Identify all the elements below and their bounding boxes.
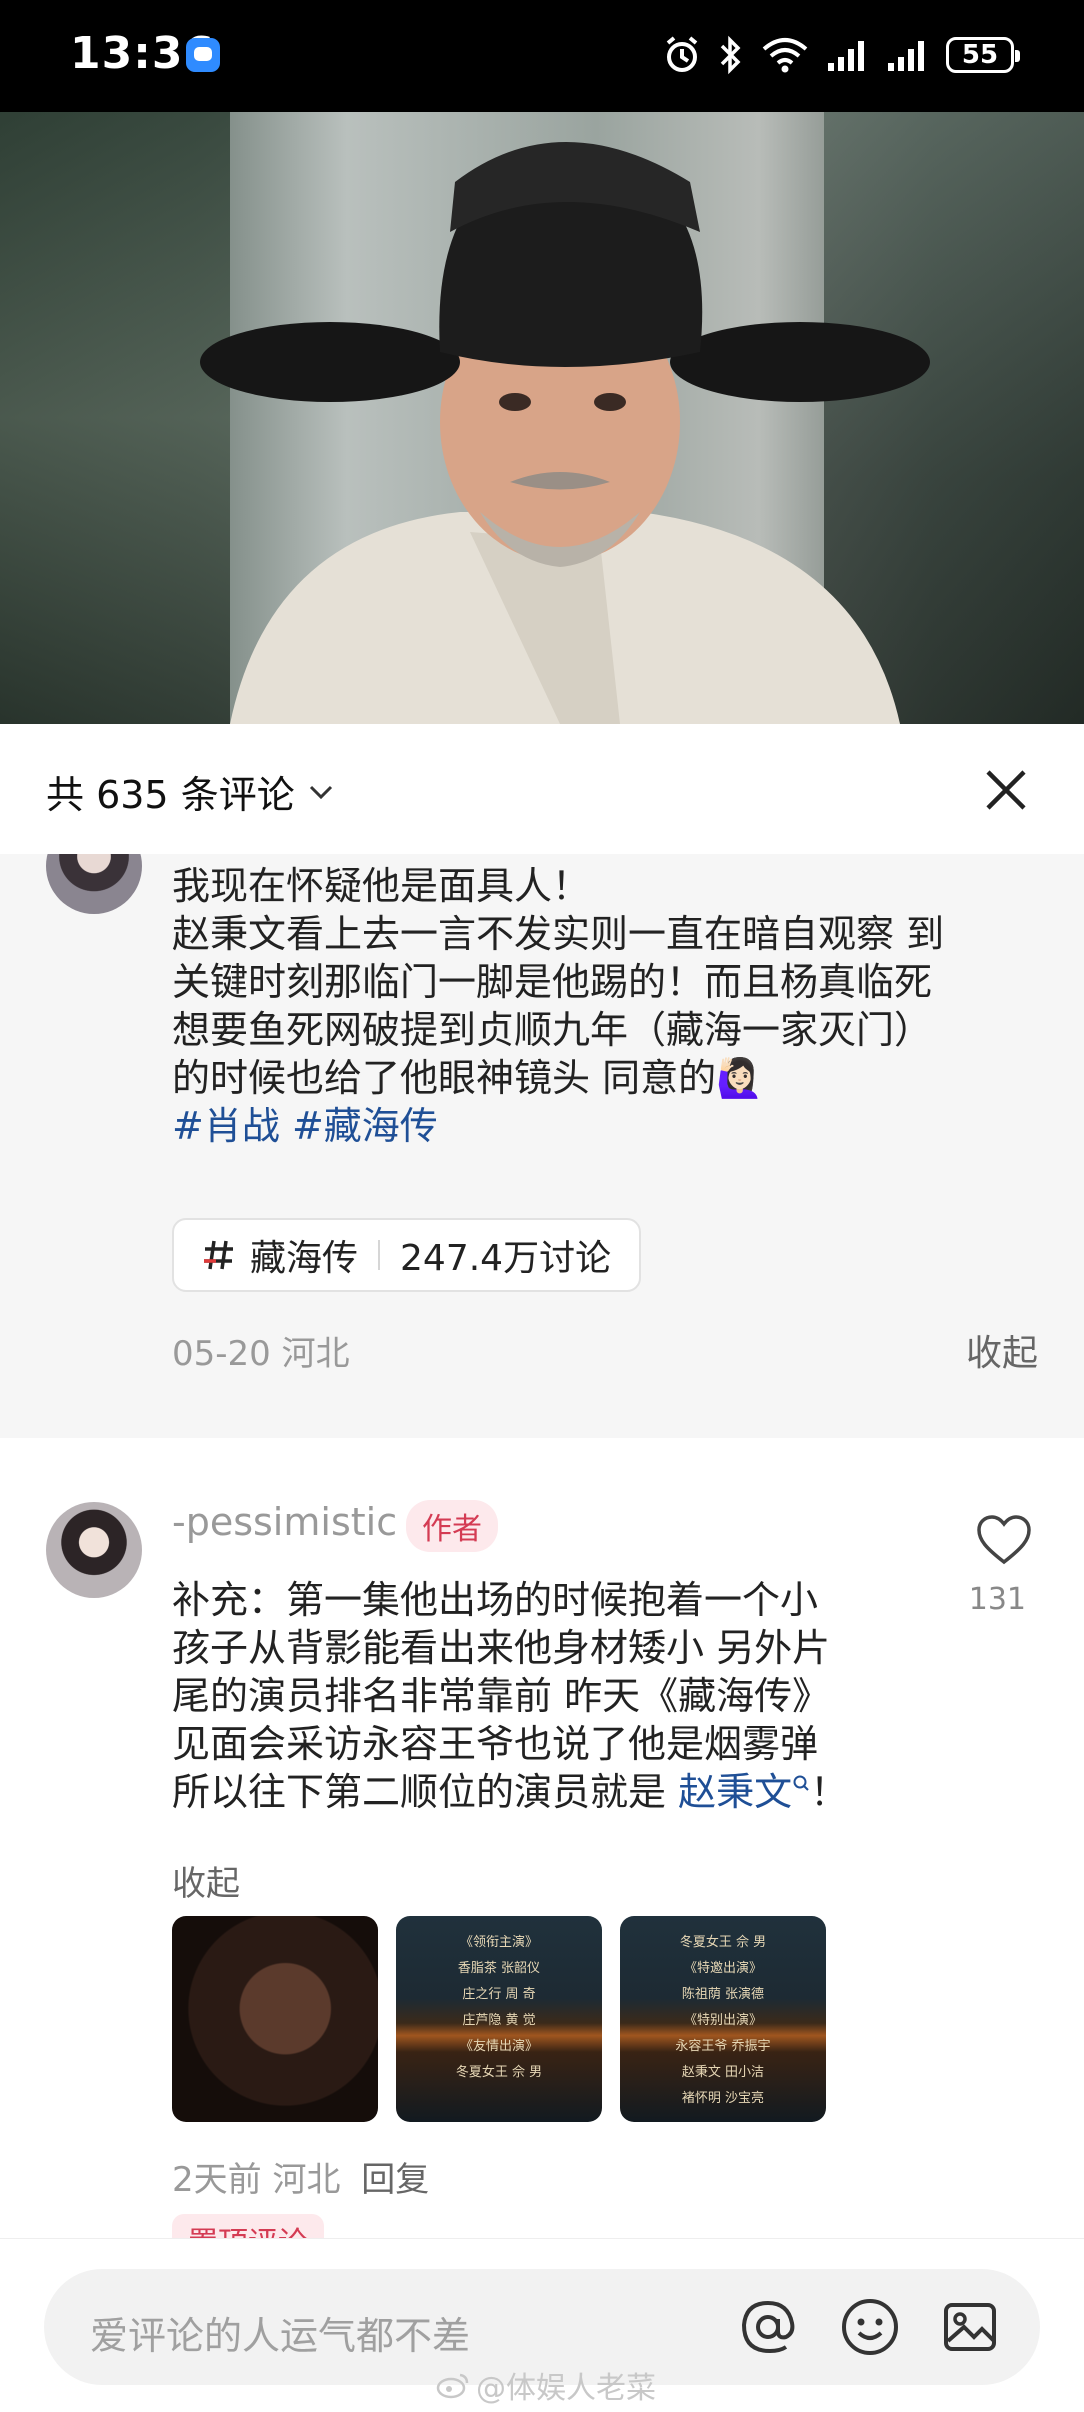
comment-line: 的时候也给了他眼神镜头 同意的🙋🏻‍♀️ <box>172 1056 764 1100</box>
emoji-icon[interactable] <box>838 2295 902 2359</box>
collapse-button[interactable]: 收起 <box>172 1856 240 1905</box>
image-icon[interactable] <box>938 2295 1002 2359</box>
bluetooth-icon <box>720 35 741 75</box>
author-badge: 作者 <box>406 1500 498 1552</box>
comment-meta: 05-20 河北 <box>172 1334 350 1374</box>
mention-link[interactable]: 赵秉文 <box>678 1770 792 1814</box>
comment-line: 我现在怀疑他是面具人！ <box>172 864 591 908</box>
collapse-button[interactable]: 收起 <box>966 1324 1038 1376</box>
image-thumbnail[interactable]: 冬夏女王 佘 男 《特邀出演》 陈祖荫 张演德 《特别出演》 永容王爷 乔振宇 … <box>620 1916 826 2122</box>
comment-line: 补充：第一集他出场的时候抱着一个小 <box>172 1578 819 1622</box>
hashtag-icon <box>204 1240 233 1270</box>
image-thumbnail[interactable]: 《领衔主演》 香脂茶 张韶仪 庄之行 周 奇 庄芦隐 黄 觉 《友情出演》 冬夏… <box>396 1916 602 2122</box>
signal-1-icon <box>828 41 864 71</box>
heart-icon[interactable] <box>976 1514 1032 1566</box>
like-count: 131 <box>968 1582 1026 1617</box>
reply-body: 补充：第一集他出场的时候抱着一个小 孩子从背影能看出来他身材矮小 另外片 尾的演… <box>172 1576 932 1816</box>
credits-text: 《领衔主演》 香脂茶 张韶仪 庄之行 周 奇 庄芦隐 黄 觉 《友情出演》 冬夏… <box>455 1935 543 2080</box>
message-notification-icon <box>186 38 220 72</box>
comment-line: 所以往下第二顺位的演员就是 赵秉文！ <box>172 1770 849 1814</box>
status-icons: 55 <box>662 30 1020 80</box>
highlighted-comment: 我现在怀疑他是面具人！ 赵秉文看上去一言不发实则一直在暗自观察 到 关键时刻那临… <box>0 818 1084 1438</box>
comment-count-dropdown[interactable]: 共 635 条评论 <box>46 764 335 819</box>
video-frame-actor <box>200 142 930 724</box>
reply-meta: 2天前 河北 回复 <box>172 2160 430 2200</box>
comment-sheet: 共 635 条评论 我现在怀疑他是面具人！ 赵秉文看上去一言不发实则一直在暗自观… <box>0 724 1084 2412</box>
topic-name: 藏海传 <box>250 1238 359 1279</box>
comment-line: 关键时刻那临门一脚是他踢的！而且杨真临死 <box>172 960 933 1004</box>
comment-line: 尾的演员排名非常靠前 昨天《藏海传》 <box>172 1674 831 1718</box>
signal-2-icon <box>888 41 924 71</box>
comment-line: 赵秉文看上去一言不发实则一直在暗自观察 到 <box>172 912 945 956</box>
comment-count-label: 共 635 条评论 <box>46 773 295 817</box>
comment-line: 见面会采访永容王爷也说了他是烟雾弹 <box>172 1722 819 1766</box>
hashtag-line: #肖战 #藏海传 <box>172 1102 944 1150</box>
comment-sheet-header: 共 635 条评论 <box>0 724 1084 854</box>
chevron-down-icon <box>309 785 332 799</box>
topic-discussions: 247.4万讨论 <box>400 1238 612 1279</box>
search-icon <box>793 1775 809 1791</box>
wifi-icon <box>762 38 808 73</box>
comment-body: 我现在怀疑他是面具人！ 赵秉文看上去一言不发实则一直在暗自观察 到 关键时刻那临… <box>172 862 944 1150</box>
avatar[interactable] <box>46 1502 142 1598</box>
battery-indicator: 55 <box>946 37 1020 73</box>
close-icon[interactable] <box>978 762 1034 818</box>
hashtag-link[interactable]: #藏海传 <box>292 1104 438 1148</box>
weibo-logo-icon <box>436 2373 469 2399</box>
credits-text: 冬夏女王 佘 男 《特邀出演》 陈祖荫 张演德 《特别出演》 永容王爷 乔振宇 … <box>675 1935 771 2106</box>
comment-input-placeholder: 爱评论的人运气都不差 <box>90 2314 471 2358</box>
comment-line: 想要鱼死网破提到贞顺九年（藏海一家灭门） <box>172 1008 933 1052</box>
image-thumbnails: 《领衔主演》 香脂茶 张韶仪 庄之行 周 奇 庄芦隐 黄 觉 《友情出演》 冬夏… <box>172 1916 826 2122</box>
topic-chip[interactable]: 藏海传 247.4万讨论 <box>172 1218 642 1292</box>
divider <box>378 1240 381 1270</box>
raise-hand-emoji: 🙋🏻‍♀️ <box>716 1056 764 1100</box>
comment-line: 孩子从背影能看出来他身材矮小 另外片 <box>172 1626 831 1670</box>
page: 13:36 55 共 635 条评论 我现在怀疑他是面具人！ 赵秉文看上去一言不… <box>0 0 1084 2412</box>
image-thumbnail[interactable] <box>172 1916 378 2122</box>
status-bar: 13:36 55 <box>0 0 1084 112</box>
mention-icon[interactable] <box>736 2295 800 2359</box>
alarm-icon <box>666 36 698 72</box>
video-player[interactable] <box>0 112 1084 724</box>
username[interactable]: -pessimistic <box>172 1500 397 1544</box>
reply-button[interactable]: 回复 <box>361 2160 429 2200</box>
watermark: @体娱人老菜 <box>436 2363 656 2407</box>
comment-input-bar: 爱评论的人运气都不差 @体娱人老菜 <box>0 2238 1084 2412</box>
hashtag-link[interactable]: #肖战 <box>172 1104 280 1148</box>
